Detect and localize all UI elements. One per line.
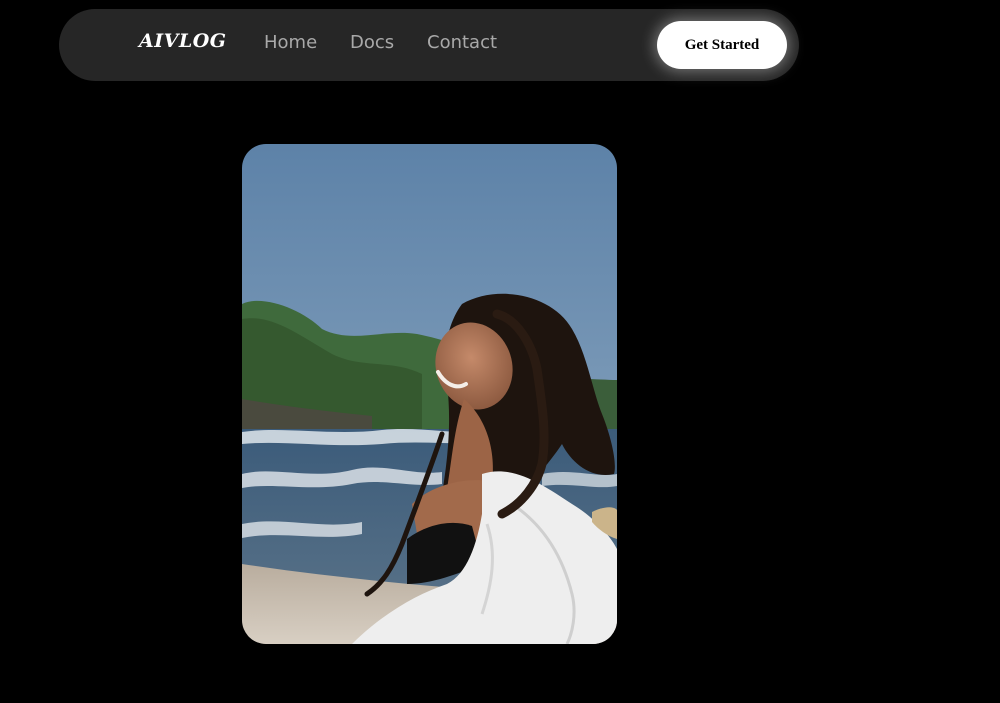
nav-link-contact[interactable]: Contact — [427, 32, 497, 53]
get-started-button[interactable]: Get Started — [657, 21, 787, 69]
nav-link-docs[interactable]: Docs — [350, 32, 394, 53]
hero-media-card[interactable] — [242, 144, 617, 644]
navbar: AIVLOG Home Docs Contact Get Started — [59, 9, 799, 81]
nav-link-home[interactable]: Home — [264, 32, 317, 53]
beach-portrait-image — [242, 144, 617, 644]
logo[interactable]: AIVLOG — [139, 30, 227, 52]
